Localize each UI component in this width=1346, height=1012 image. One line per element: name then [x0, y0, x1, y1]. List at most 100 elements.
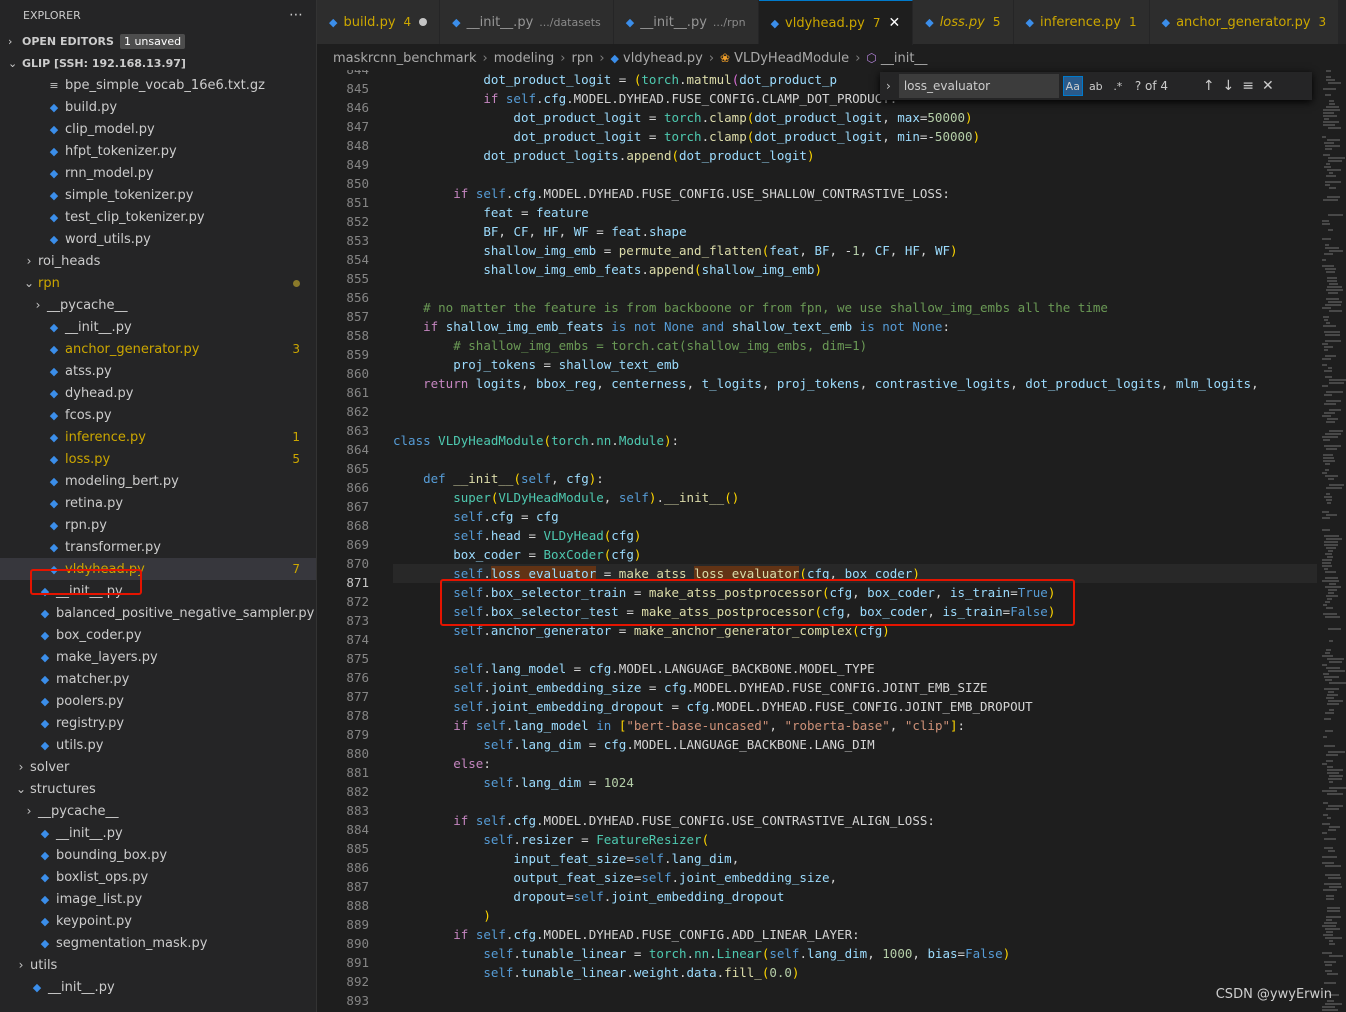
tab-inference-py[interactable]: ◆ inference.py 1	[1013, 0, 1150, 44]
breadcrumb-item[interactable]: modeling	[494, 51, 555, 66]
match-case-button[interactable]: Aa	[1062, 76, 1083, 96]
tree-file[interactable]: ◆ __init__.py	[0, 976, 316, 998]
tab-init-py[interactable]: ◆ __init__.py .../datasets	[440, 0, 614, 44]
line-number-gutter: 844 845 846 847 848 849 850 851 852 853 854 855 856 8…	[317, 70, 369, 1010]
tree-file[interactable]: ◆ balanced_positive_negative_sampler.py	[0, 602, 316, 624]
line-number: 884	[346, 822, 369, 837]
tree-item-label: simple_tokenizer.py	[65, 187, 194, 203]
line-number: 892	[346, 974, 369, 989]
more-actions-icon[interactable]: ⋯	[289, 7, 304, 23]
tree-file[interactable]: ◆ modeling_bert.py	[0, 470, 316, 492]
tree-file[interactable]: ◆ atss.py	[0, 360, 316, 382]
open-editors-section[interactable]: › OPEN EDITORS 1 unsaved	[0, 30, 316, 52]
tree-folder[interactable]: › __pycache__	[0, 800, 316, 822]
tree-folder[interactable]: › solver	[0, 756, 316, 778]
minimap-line	[1325, 571, 1336, 573]
close-icon[interactable]: ✕	[888, 15, 900, 31]
use-regex-button[interactable]: .*	[1109, 77, 1127, 95]
tab-init-py[interactable]: ◆ __init__.py .../rpn	[613, 0, 759, 44]
minimap-line	[1328, 628, 1341, 630]
tree-file[interactable]: ◆ loss.py 5	[0, 448, 316, 470]
tree-file[interactable]: ◆ keypoint.py	[0, 910, 316, 932]
workspace-section[interactable]: ⌄ GLIP [SSH: 192.168.13.97]	[0, 52, 316, 74]
tree-folder[interactable]: › roi_heads	[0, 250, 316, 272]
python-file-icon: ◆	[40, 826, 50, 840]
previous-match-icon[interactable]: ↑	[1203, 78, 1215, 94]
minimap-line	[1327, 658, 1344, 660]
tree-folder[interactable]: ⌄ rpn	[0, 272, 316, 294]
tree-file[interactable]: ◆ build.py	[0, 96, 316, 118]
tree-file[interactable]: ◆ test_clip_tokenizer.py	[0, 206, 316, 228]
code-area[interactable]: dot_product_logit = (torch.matmul(dot_pr…	[393, 70, 1317, 982]
line-number: 844	[317, 70, 369, 79]
line-number: 854	[346, 252, 369, 267]
tree-file[interactable]: ◆ utils.py	[0, 734, 316, 756]
tree-file[interactable]: ◆ boxlist_ops.py	[0, 866, 316, 888]
tab-build-py[interactable]: ◆ build.py 4	[317, 0, 441, 44]
tree-file[interactable]: ◆ make_layers.py	[0, 646, 316, 668]
tab-anchor-generator-py[interactable]: ◆ anchor_generator.py 3	[1149, 0, 1340, 44]
tree-file[interactable]: ◆ fcos.py	[0, 404, 316, 426]
toggle-replace-icon[interactable]: ›	[886, 79, 891, 93]
breadcrumb-item[interactable]: rpn	[572, 51, 594, 66]
tree-file[interactable]: ◆ segmentation_mask.py	[0, 932, 316, 954]
tree-folder[interactable]: ⌄ structures	[0, 778, 316, 800]
tree-file[interactable]: ◆ matcher.py	[0, 668, 316, 690]
tree-file[interactable]: ◆ anchor_generator.py 3	[0, 338, 316, 360]
minimap-line	[1326, 271, 1335, 273]
breadcrumb-item[interactable]: __init__	[881, 51, 928, 66]
tree-file[interactable]: ◆ inference.py 1	[0, 426, 316, 448]
minimap-line	[1329, 943, 1335, 945]
code-line: self.lang_dim = cfg.MODEL.LANGUAGE_BACKB…	[483, 737, 875, 752]
minimap-line	[1324, 349, 1328, 351]
tree-folder[interactable]: › __pycache__	[0, 294, 316, 316]
tree-file[interactable]: ◆ __init__.py	[0, 822, 316, 844]
minimap-line	[1326, 607, 1333, 609]
tree-file[interactable]: ◆ transformer.py	[0, 536, 316, 558]
tree-file[interactable]: ◆ rpn.py	[0, 514, 316, 536]
python-file-icon: ◆	[49, 452, 59, 466]
tree-file[interactable]: ◆ __init__.py	[0, 316, 316, 338]
tree-file[interactable]: ◆ box_coder.py	[0, 624, 316, 646]
breadcrumb-item[interactable]: VLDyHeadModule	[734, 51, 849, 66]
minimap-line	[1324, 253, 1333, 255]
tree-file[interactable]: ◆ dyhead.py	[0, 382, 316, 404]
tree-folder[interactable]: › utils	[0, 954, 316, 976]
tree-file[interactable]: ◆ clip_model.py	[0, 118, 316, 140]
breadcrumb-item[interactable]: maskrcnn_benchmark	[333, 51, 477, 66]
tree-file[interactable]: ◆ word_utils.py	[0, 228, 316, 250]
minimap-line	[1322, 343, 1328, 345]
close-icon[interactable]: ✕	[1262, 78, 1274, 94]
minimap[interactable]	[1320, 70, 1346, 1012]
tree-file[interactable]: ◆ image_list.py	[0, 888, 316, 910]
tree-file[interactable]: ◆ hfpt_tokenizer.py	[0, 140, 316, 162]
line-number: 877	[346, 689, 369, 704]
minimap-line	[1326, 400, 1341, 402]
minimap-line	[1322, 220, 1329, 222]
find-input[interactable]: loss_evaluator	[898, 74, 1059, 98]
minimap-line	[1323, 115, 1337, 117]
find-in-selection-icon[interactable]: ≡	[1242, 78, 1254, 94]
tab-vldyhead-py[interactable]: ◆ vldyhead.py 7 ✕	[758, 0, 914, 45]
tree-item-label: utils	[30, 957, 58, 973]
code-line: dot_product_logit = torch.clamp(dot_prod…	[513, 129, 981, 144]
python-file-icon: ◆	[49, 496, 59, 510]
line-number: 882	[346, 784, 369, 799]
code-line: shallow_img_emb = permute_and_flatten(fe…	[483, 243, 958, 258]
match-whole-word-button[interactable]: ab	[1087, 77, 1105, 95]
tree-file[interactable]: ◆ simple_tokenizer.py	[0, 184, 316, 206]
tree-file[interactable]: ◆ retina.py	[0, 492, 316, 514]
breadcrumb-item[interactable]: vldyhead.py	[623, 51, 703, 66]
tree-file[interactable]: ◆ registry.py	[0, 712, 316, 734]
tree-file[interactable]: ◆ bounding_box.py	[0, 844, 316, 866]
minimap-line	[1322, 790, 1337, 792]
minimap-line	[1327, 196, 1340, 198]
tree-file[interactable]: ◆ poolers.py	[0, 690, 316, 712]
tree-file[interactable]: ≡ bpe_simple_vocab_16e6.txt.gz	[0, 74, 316, 96]
code-editor[interactable]: 844 845 846 847 848 849 850 851 852 853 854 855 856 8…	[317, 70, 1317, 1012]
tab-loss-py[interactable]: ◆ loss.py 5	[913, 0, 1014, 44]
tree-file[interactable]: ◆ rnn_model.py	[0, 162, 316, 184]
next-match-icon[interactable]: ↓	[1223, 78, 1235, 94]
unsaved-dot-icon[interactable]	[419, 18, 428, 26]
